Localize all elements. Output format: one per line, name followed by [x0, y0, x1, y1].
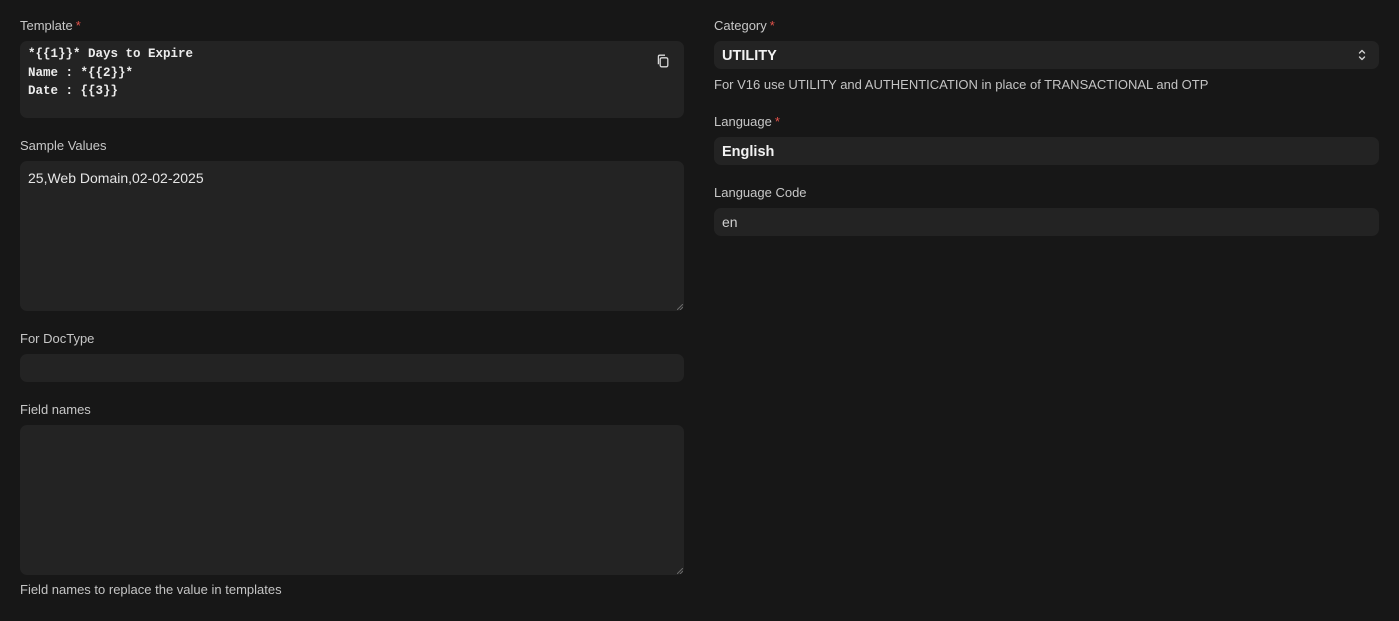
language-code-input[interactable]: en [714, 208, 1379, 236]
resize-grip-icon[interactable] [677, 568, 683, 574]
template-line-1: *{{1}}* Days to Expire [28, 47, 194, 61]
copy-button[interactable] [654, 52, 672, 70]
field-names-label: Field names [20, 402, 91, 417]
for-doctype-input[interactable] [20, 354, 684, 382]
language-input[interactable]: English [714, 137, 1379, 165]
form-page: Template * *{{1}}* Days to Expire Name : … [0, 0, 1399, 621]
resize-grip-icon[interactable] [677, 304, 683, 310]
category-help: For V16 use UTILITY and AUTHENTICATION i… [714, 77, 1209, 92]
language-label: Language * [714, 114, 780, 129]
chevron-up-down-icon [1358, 49, 1366, 61]
field-names-textarea[interactable] [20, 425, 684, 575]
for-doctype-label: For DocType [20, 331, 95, 346]
language-code-label: Language Code [714, 185, 807, 200]
template-line-2: Name : *{{2}}* [28, 65, 134, 80]
required-mark: * [769, 18, 775, 33]
category-select[interactable]: UTILITY [714, 41, 1379, 69]
required-mark: * [75, 18, 81, 33]
template-line-3: Date : {{3}} [28, 84, 119, 99]
sample-values-label: Sample Values [20, 138, 107, 153]
category-value: UTILITY [722, 48, 777, 64]
copy-icon [657, 54, 669, 68]
sample-values-textarea[interactable]: 25,Web Domain,02-02-2025 [20, 161, 684, 311]
field-names-help: Field names to replace the value in temp… [20, 582, 282, 597]
language-value: English [722, 144, 775, 160]
template-label: Template * [20, 18, 81, 33]
sample-values-text: 25,Web Domain,02-02-2025 [28, 170, 204, 186]
required-mark: * [774, 114, 780, 129]
category-label: Category * [714, 18, 775, 33]
template-code-editor[interactable]: *{{1}}* Days to Expire Name : *{{2}}* Da… [20, 41, 684, 118]
